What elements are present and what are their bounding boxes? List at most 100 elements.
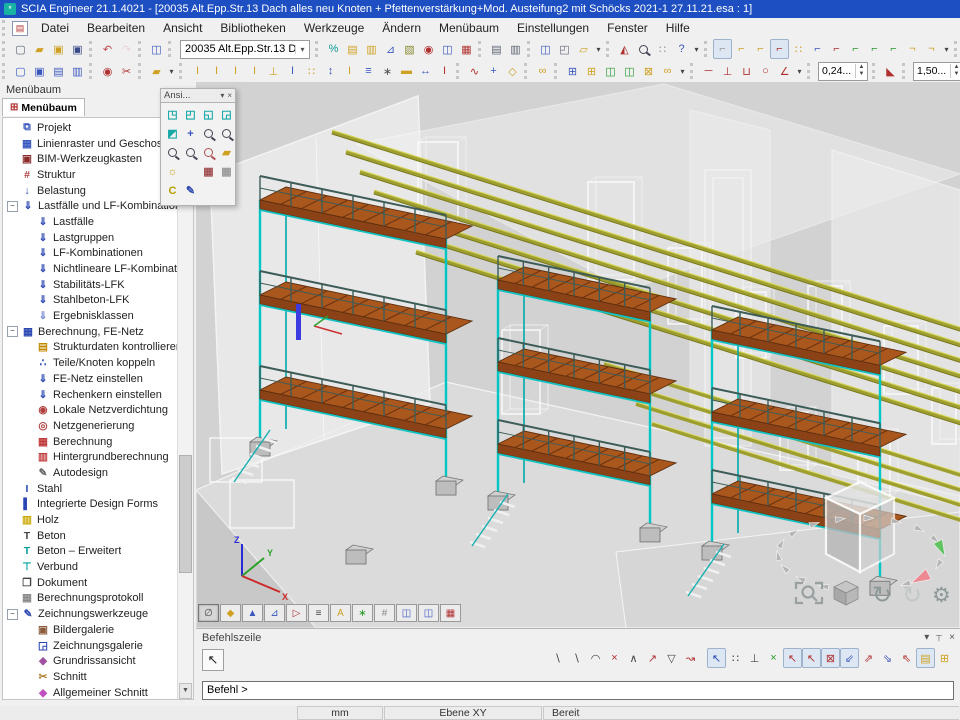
member-stretch[interactable]: ↔ — [416, 61, 435, 81]
manager[interactable]: ▦ — [457, 39, 476, 59]
tree-expander-icon[interactable]: − — [7, 201, 18, 212]
arbitrary-tool[interactable]: ¬ — [922, 39, 941, 59]
close-icon[interactable]: × — [227, 91, 232, 100]
cursor-snap[interactable]: ↖ — [707, 648, 726, 668]
tree-item-bim-werkzeugkasten[interactable]: ▣BIM-Werkzeugkasten — [3, 151, 178, 167]
toolbar-grip[interactable] — [138, 41, 144, 57]
print-border-icon[interactable]: ▰ — [218, 144, 235, 161]
midpoint-snap[interactable]: ⇙ — [840, 648, 859, 668]
menu-item-datei[interactable]: Datei — [32, 18, 78, 38]
menu-item-fenster[interactable]: Fenster — [598, 18, 657, 38]
dropdown-caret[interactable]: ▾ — [941, 39, 952, 59]
zoom-in-icon[interactable] — [200, 125, 217, 142]
chevron-down-icon[interactable]: ▾ — [295, 45, 309, 54]
dropdown-caret[interactable]: ▾ — [794, 61, 805, 81]
redo[interactable]: ↷ — [117, 39, 136, 59]
toolbar-grip[interactable] — [478, 41, 484, 57]
tree-item-stahl[interactable]: IStahl — [3, 481, 178, 497]
ortho-snap[interactable]: ⇘ — [878, 648, 897, 668]
open-library[interactable]: ▰ — [147, 61, 166, 81]
toolbar-grip[interactable] — [138, 63, 144, 79]
node-snap[interactable]: ↖ — [802, 648, 821, 668]
link-pair[interactable]: ∞ — [533, 61, 552, 81]
beam-tool[interactable]: ⌐ — [732, 39, 751, 59]
toolbar-grip[interactable] — [456, 63, 462, 79]
tree-item-allgemeiner-schnitt[interactable]: ◆Allgemeiner Schnitt — [3, 685, 178, 700]
view-y-icon[interactable]: ◱ — [200, 106, 217, 123]
zoom-out-icon[interactable] — [218, 125, 235, 142]
clear-snap[interactable]: × — [764, 648, 783, 668]
view-x-icon[interactable]: ◰ — [182, 106, 199, 123]
perpendicular-tool[interactable]: ⊥ — [718, 61, 737, 81]
scale-spinner[interactable]: 1,50...▲▼ — [913, 62, 960, 81]
calculator[interactable]: % — [324, 39, 343, 59]
tab-menubaum[interactable]: ⊞ Menübaum — [2, 98, 85, 116]
connect-node[interactable]: + — [484, 61, 503, 81]
mesh-refine[interactable]: ∷ — [302, 61, 321, 81]
project-combo[interactable]: 20035 Alt.Epp.Str.13 Dach▾ — [180, 40, 310, 59]
show-abc-button[interactable]: A — [330, 604, 351, 622]
table-input[interactable]: ⊞ — [935, 648, 954, 668]
toolbar-grip[interactable] — [690, 63, 696, 79]
beam-tool-2[interactable]: ⌐ — [751, 39, 770, 59]
tree-item-schnitt[interactable]: ✂Schnitt — [3, 669, 178, 685]
print-preview[interactable]: ▥ — [506, 39, 525, 59]
toolbar-grip[interactable] — [89, 63, 95, 79]
grid-step-spinner[interactable]: 0,24...▲▼ — [818, 62, 868, 81]
gallery[interactable]: ▥ — [362, 39, 381, 59]
eye-filter[interactable]: ◉ — [98, 61, 117, 81]
query[interactable]: ? — [672, 39, 691, 59]
tree-item-lokale-netzverdichtung[interactable]: ◉Lokale Netzverdichtung — [3, 402, 178, 418]
status-units[interactable]: mm — [297, 706, 383, 720]
new-file[interactable]: ▢ — [11, 39, 30, 59]
show-loads-button[interactable]: ⊿ — [264, 604, 285, 622]
tree-item-berechnungsprotokoll[interactable]: ▦Berechnungsprotokoll — [3, 591, 178, 607]
arc-snap[interactable]: ◠ — [586, 648, 605, 668]
tree-item-berechnung-fe-netz[interactable]: −▦Berechnung, FE-Netz — [3, 324, 178, 340]
image-to-gallery-icon[interactable]: ▦ — [200, 163, 217, 180]
toolbar-grip[interactable] — [954, 41, 960, 57]
tree-item-zeichnungsgalerie[interactable]: ◲Zeichnungsgalerie — [3, 638, 178, 654]
model-viewport[interactable]: ↻↻⚙ZYX ∅◆▲⊿▷≡A∗#◫◫▦ — [196, 82, 960, 628]
show-surfaces-button[interactable]: ◆ — [220, 604, 241, 622]
tree-item-beton[interactable]: TBeton — [3, 528, 178, 544]
table-window[interactable]: ◫ — [438, 39, 457, 59]
tree-item-linienraster-und-geschosse[interactable]: ▦Linienraster und Geschosse — [3, 136, 178, 152]
box-snap[interactable]: ⊠ — [821, 648, 840, 668]
menu-item-bibliotheken[interactable]: Bibliotheken — [211, 18, 294, 38]
tree-item-lastfälle-und-lf-kombinationen[interactable]: −⇓Lastfälle und LF-Kombinationen — [3, 198, 178, 214]
circle-tool[interactable]: ○ — [756, 61, 775, 81]
toolbar-grip[interactable] — [179, 63, 185, 79]
view-toolbar-palette[interactable]: Ansi... ▾ × ◳◰◱◲◩+▰☼▦▦C✎ — [160, 88, 236, 206]
render-mode-button[interactable]: ∅ — [198, 604, 219, 622]
tree-item-holz[interactable]: ▥Holz — [3, 512, 178, 528]
orbit-icon[interactable]: ↻ — [872, 581, 892, 609]
wall-tool[interactable]: ⌐ — [713, 39, 732, 59]
paste-view[interactable]: ▤ — [49, 61, 68, 81]
tree-item-nichtlineare-lf-kombinationen[interactable]: ⇓Nichtlineare LF-Kombinationen — [3, 261, 178, 277]
member-align[interactable]: ≡ — [359, 61, 378, 81]
cursor-mode-button[interactable]: ↖ — [202, 649, 224, 671]
copy-add[interactable]: ▣ — [30, 61, 49, 81]
show-layers-button[interactable]: ◫ — [396, 604, 417, 622]
shell-tool[interactable]: ⌐ — [865, 39, 884, 59]
toolbar-grip[interactable] — [527, 41, 533, 57]
save-all[interactable]: ▣ — [49, 39, 68, 59]
tree-item-bildergalerie[interactable]: ▣Bildergalerie — [3, 622, 178, 638]
menu-item-bearbeiten[interactable]: Bearbeiten — [78, 18, 154, 38]
tree-item-lastgruppen[interactable]: ⇓Lastgruppen — [3, 230, 178, 246]
cut-tool[interactable]: ✂ — [117, 61, 136, 81]
tree-item-verbund[interactable]: ⊤Verbund — [3, 559, 178, 575]
endpoint-snap[interactable]: ↖ — [783, 648, 802, 668]
toolbar-grip[interactable] — [89, 41, 95, 57]
zoom-window-icon[interactable] — [164, 144, 181, 161]
tree-item-rechenkern-einstellen[interactable]: ⇓Rechenkern einstellen — [3, 387, 178, 403]
delete-entity[interactable]: × — [605, 648, 624, 668]
document-icon[interactable]: ▤ — [12, 21, 28, 36]
column-tool[interactable]: ⌐ — [770, 39, 789, 59]
couple-6[interactable]: ∞ — [658, 61, 677, 81]
tree-item-ergebnisklassen[interactable]: ⇓Ergebnisklassen — [3, 308, 178, 324]
status-plane[interactable]: Ebene XY — [384, 706, 542, 720]
angle-tool[interactable]: ∠ — [775, 61, 794, 81]
polygon-snap[interactable]: ▽ — [662, 648, 681, 668]
